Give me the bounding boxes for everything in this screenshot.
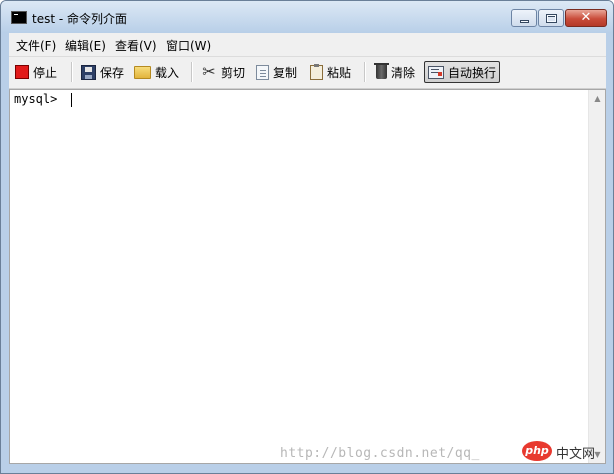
clear-button[interactable]: 清除 xyxy=(374,61,416,83)
menu-window[interactable]: 窗口(W) xyxy=(166,37,211,54)
minimize-icon xyxy=(520,20,529,23)
save-button[interactable]: 保存 xyxy=(81,61,124,83)
menu-edit[interactable]: 编辑(E) xyxy=(65,37,106,54)
php-logo-badge: php xyxy=(522,441,552,461)
title-bar[interactable]: test - 命令列介面 ✕ xyxy=(1,1,613,33)
word-wrap-icon xyxy=(428,65,444,79)
word-wrap-toggle[interactable]: 自动换行 xyxy=(424,61,501,83)
scissors-icon: ✂ xyxy=(202,62,216,81)
text-caret xyxy=(71,93,72,107)
watermark-text: http://blog.csdn.net/qq_ xyxy=(280,446,480,461)
app-window: test - 命令列介面 ✕ 文件(F) 编辑(E) 查看(V) 窗口(W) 停… xyxy=(0,0,614,474)
console-output[interactable]: mysql> ▲ ▼ xyxy=(9,89,606,464)
paste-label: 粘贴 xyxy=(327,65,352,80)
stop-label: 停止 xyxy=(33,65,58,80)
menu-view[interactable]: 查看(V) xyxy=(115,37,157,54)
toolbar-separator xyxy=(71,62,73,82)
menu-file[interactable]: 文件(F) xyxy=(16,37,56,54)
vertical-scrollbar[interactable]: ▲ ▼ xyxy=(588,90,605,463)
scroll-up-arrow-icon[interactable]: ▲ xyxy=(589,90,606,107)
save-label: 保存 xyxy=(100,65,125,80)
toolbar: 停止 保存 载入 ✂ 剪切 复制 粘贴 清除 自动换行 xyxy=(9,57,606,89)
close-button[interactable]: ✕ xyxy=(565,9,607,27)
copy-icon xyxy=(256,64,269,80)
cut-label: 剪切 xyxy=(221,65,246,80)
console-prompt: mysql> xyxy=(14,92,58,106)
maximize-icon xyxy=(546,14,557,23)
stop-icon xyxy=(15,65,29,79)
load-label: 载入 xyxy=(155,65,180,80)
terminal-icon xyxy=(11,11,27,24)
toolbar-separator xyxy=(191,62,193,82)
copy-button[interactable]: 复制 xyxy=(256,61,297,83)
toolbar-separator xyxy=(364,62,366,82)
copy-label: 复制 xyxy=(273,65,298,80)
folder-open-icon xyxy=(134,65,151,79)
cut-button[interactable]: ✂ 剪切 xyxy=(201,61,245,83)
trash-icon xyxy=(374,63,389,79)
paste-button[interactable]: 粘贴 xyxy=(310,61,351,83)
close-icon: ✕ xyxy=(580,10,592,25)
stop-button[interactable]: 停止 xyxy=(15,61,57,83)
php-logo-text: 中文网 xyxy=(556,447,596,462)
save-icon xyxy=(81,64,96,80)
minimize-button[interactable] xyxy=(511,9,537,27)
word-wrap-label: 自动换行 xyxy=(448,65,497,80)
clipboard-icon xyxy=(310,63,323,80)
clear-label: 清除 xyxy=(391,65,416,80)
menu-bar: 文件(F) 编辑(E) 查看(V) 窗口(W) xyxy=(9,33,606,57)
window-title: test - 命令列介面 xyxy=(32,12,128,26)
load-button[interactable]: 载入 xyxy=(134,61,179,83)
maximize-button[interactable] xyxy=(538,9,564,27)
